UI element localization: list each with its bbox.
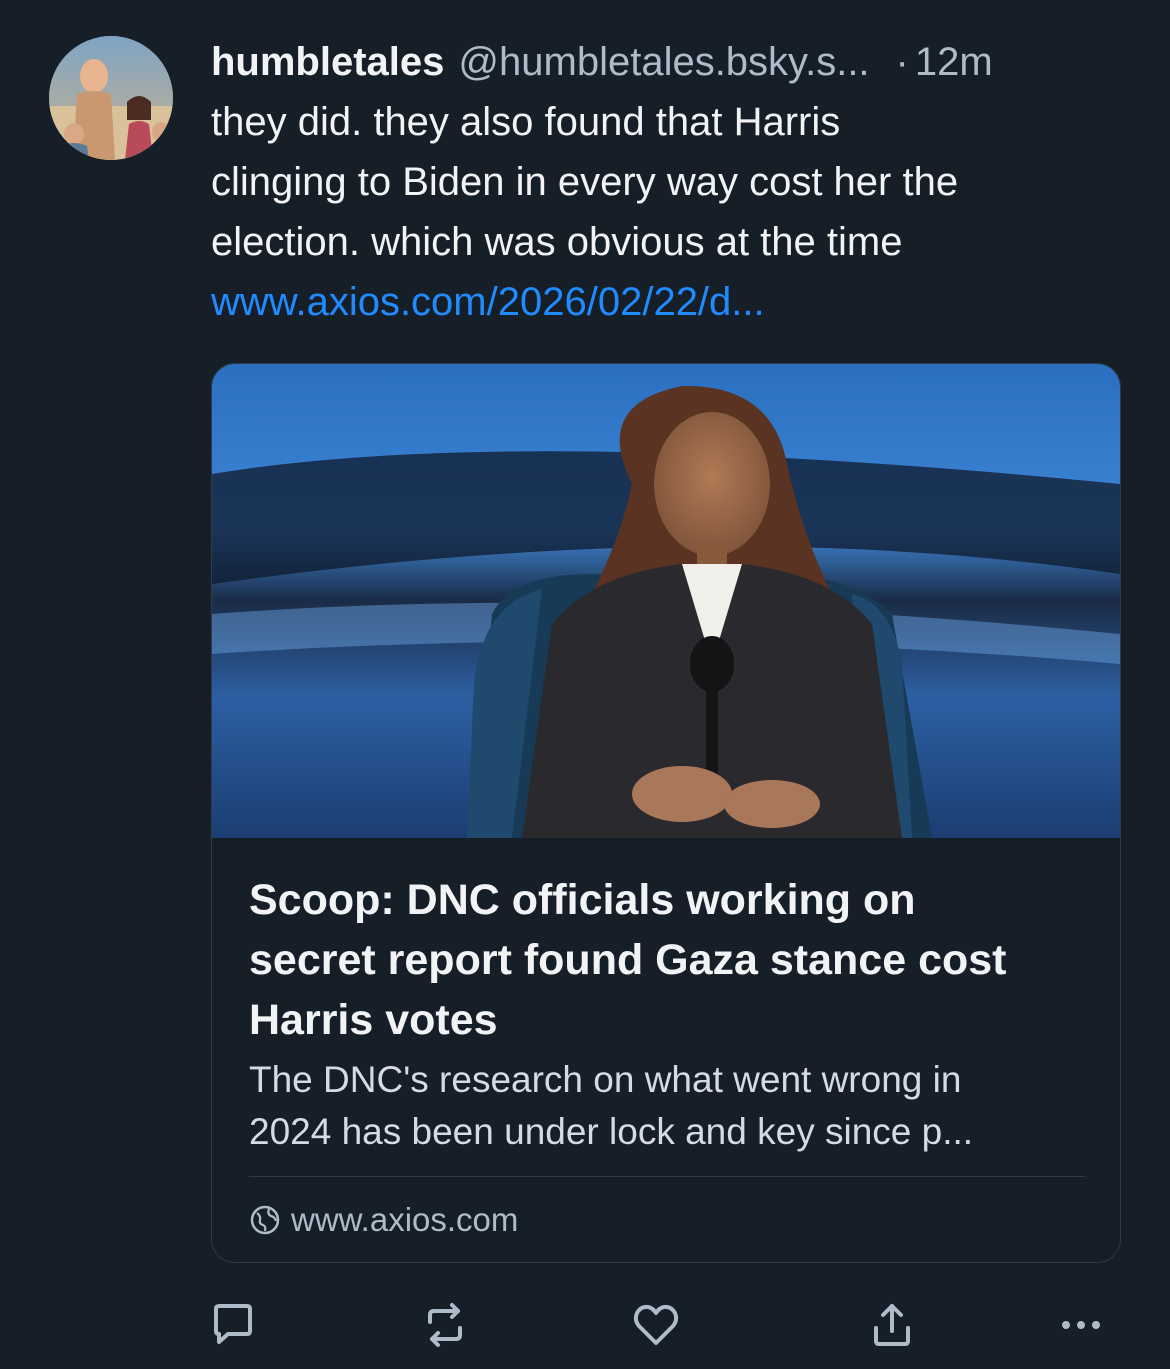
post-header: humbletales @humbletales.bsky.s... · 12m <box>211 36 1121 88</box>
action-bar <box>0 1290 1170 1360</box>
post-text: they did. they also found that Harris cl… <box>211 92 1121 272</box>
share-button[interactable] <box>857 1290 927 1360</box>
like-button[interactable] <box>621 1290 691 1360</box>
globe-icon <box>249 1204 281 1236</box>
post-content: humbletales @humbletales.bsky.s... · 12m… <box>211 36 1121 1263</box>
repost-icon <box>420 1300 470 1350</box>
post-link[interactable]: www.axios.com/2026/02/22/d... <box>211 272 1121 332</box>
card-description: The DNC's research on what went wrong in… <box>249 1054 1089 1158</box>
separator-dot: · <box>895 40 909 84</box>
post-text-line: election. which was obvious at the time <box>211 220 903 264</box>
avatar-image <box>49 36 173 160</box>
card-photo <box>212 364 1120 838</box>
display-name[interactable]: humbletales <box>211 36 444 88</box>
card-domain: www.axios.com <box>249 1198 518 1242</box>
timestamp[interactable]: 12m <box>915 36 993 88</box>
more-button[interactable] <box>1046 1290 1116 1360</box>
card-title-line: Harris votes <box>249 996 498 1044</box>
more-icon <box>1056 1300 1106 1350</box>
post[interactable]: humbletales @humbletales.bsky.s... · 12m… <box>0 0 1170 1369</box>
card-title[interactable]: Scoop: DNC officials working on secret r… <box>249 870 1089 1050</box>
reply-button[interactable] <box>198 1290 268 1360</box>
card-title-line: secret report found Gaza stance cost <box>249 936 1007 984</box>
repost-button[interactable] <box>410 1290 480 1360</box>
link-card[interactable]: Scoop: DNC officials working on secret r… <box>211 363 1121 1263</box>
card-divider <box>249 1176 1085 1177</box>
handle[interactable]: @humbletales.bsky.s... <box>458 36 869 88</box>
post-text-line: they did. they also found that Harris <box>211 100 841 144</box>
post-text-line: clinging to Biden in every way cost her … <box>211 160 959 204</box>
card-domain-text: www.axios.com <box>291 1201 519 1238</box>
card-description-line: 2024 has been under lock and key since p… <box>249 1111 974 1152</box>
reply-icon <box>208 1300 258 1350</box>
card-image <box>212 364 1120 838</box>
heart-icon <box>631 1300 681 1350</box>
avatar[interactable] <box>49 36 173 160</box>
card-description-line: The DNC's research on what went wrong in <box>249 1059 962 1100</box>
share-icon <box>867 1300 917 1350</box>
card-title-line: Scoop: DNC officials working on <box>249 876 916 924</box>
